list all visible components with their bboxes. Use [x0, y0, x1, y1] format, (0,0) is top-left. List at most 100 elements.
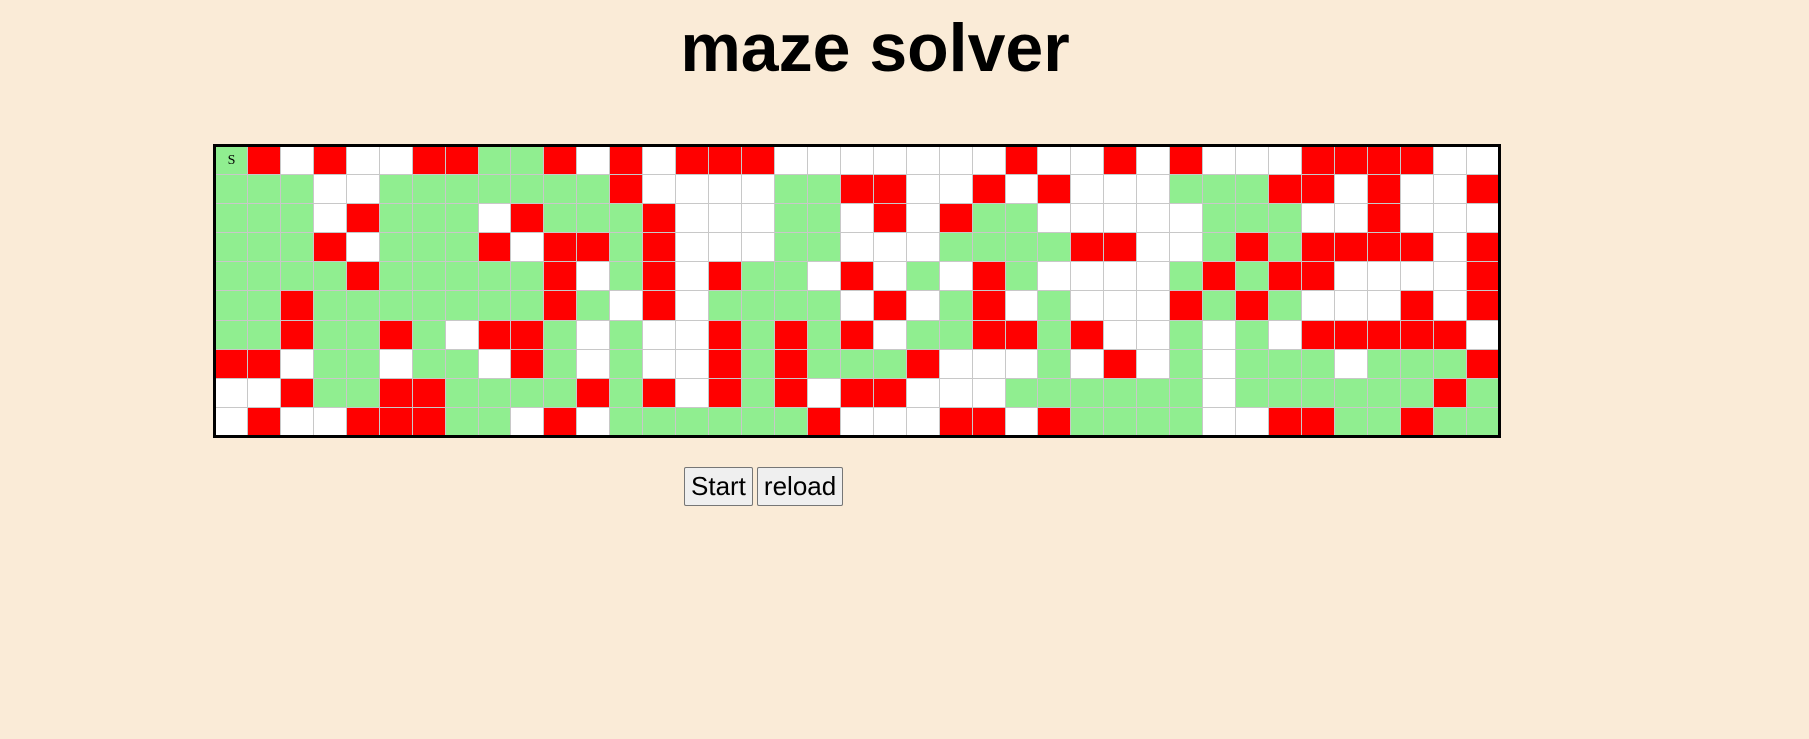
maze-cell-wall [543, 406, 578, 437]
maze-cell-path [477, 144, 512, 176]
maze-cell-wall [543, 144, 578, 176]
maze-cell-open [741, 232, 775, 263]
maze-cell-open [938, 377, 973, 408]
maze-cell-wall [1235, 290, 1269, 321]
maze-cell-path [609, 261, 644, 292]
maze-cell-open [1037, 261, 1072, 292]
maze-cell-wall [905, 348, 940, 379]
maze-cell-path [214, 319, 248, 350]
maze-cell-path [609, 319, 644, 350]
maze-cell-wall [1169, 144, 1204, 176]
maze-cell-path [1070, 406, 1105, 437]
maze-cell-wall [1333, 232, 1368, 263]
maze-cell-path [1202, 232, 1237, 263]
maze-cell-wall [1103, 348, 1138, 379]
maze-cell-wall [971, 174, 1006, 205]
maze-cell-open [675, 174, 710, 205]
maze-cell-open [1300, 290, 1335, 321]
maze-cell-open [576, 406, 611, 437]
maze-cell-path [510, 377, 545, 408]
maze-cell-wall [477, 232, 512, 263]
maze-cell-wall [1070, 232, 1105, 263]
maze-cell-wall [1366, 203, 1401, 234]
maze-cell-wall [214, 348, 248, 379]
maze-cell-open [477, 348, 512, 379]
maze-cell-open [345, 232, 380, 263]
maze-cell-wall [1169, 290, 1204, 321]
maze-row [214, 348, 1500, 379]
maze-cell-path [1268, 348, 1302, 379]
maze-cell-open [1333, 290, 1368, 321]
maze-cell-open [1004, 174, 1039, 205]
maze-cell-open [576, 319, 611, 350]
maze-cell-wall [1070, 319, 1105, 350]
maze-cell-path [510, 290, 545, 321]
maze-cell-path [477, 290, 512, 321]
maze-cell-wall [642, 261, 677, 292]
maze-cell-path [1300, 348, 1335, 379]
reload-button[interactable]: reload [756, 467, 844, 506]
maze-cell-wall [279, 290, 314, 321]
maze-cell-open [1366, 290, 1401, 321]
maze-cell-path [312, 319, 347, 350]
maze-cell-wall [1366, 174, 1401, 205]
maze-cell-path [214, 174, 248, 205]
maze-cell-path [741, 377, 775, 408]
maze-cell-wall [543, 261, 578, 292]
maze-cell-wall [576, 377, 611, 408]
maze-cell-open [1136, 232, 1171, 263]
maze-cell-wall [411, 377, 446, 408]
maze-cell-path [708, 406, 742, 437]
maze-cell-path [214, 290, 248, 321]
maze-cell-wall [1235, 232, 1269, 263]
maze-row [214, 232, 1500, 263]
maze-cell-wall [1399, 290, 1434, 321]
maze-cell-path [214, 232, 248, 263]
maze-row [214, 319, 1500, 350]
maze-cell-open [1202, 377, 1237, 408]
maze-cell-wall [312, 144, 347, 176]
maze-cell-path [1169, 319, 1204, 350]
maze-cell-path [1202, 174, 1237, 205]
maze-cell-path [773, 232, 808, 263]
maze-cell-path [806, 232, 841, 263]
maze-cell-wall [675, 144, 710, 176]
maze-cell-open [1399, 203, 1434, 234]
maze-cell-wall [708, 261, 742, 292]
maze-cell-path [938, 232, 973, 263]
maze-cell-wall [279, 377, 314, 408]
start-button[interactable]: Start [684, 467, 753, 506]
maze-cell-wall [444, 144, 479, 176]
maze-cell-open [1004, 348, 1039, 379]
maze-cell-open [1136, 144, 1171, 176]
maze-cell-wall [1333, 319, 1368, 350]
maze-cell-path [741, 319, 775, 350]
maze-cell-open [279, 144, 314, 176]
maze-cell-path [378, 174, 413, 205]
maze-cell-wall [1300, 174, 1335, 205]
maze-cell-wall [1300, 406, 1335, 437]
maze-cell-open [279, 348, 314, 379]
maze-cell-path [1235, 377, 1269, 408]
maze-cell-wall [246, 406, 281, 437]
maze-cell-open [1202, 348, 1237, 379]
maze-cell-path [773, 290, 808, 321]
maze-cell-path [806, 319, 841, 350]
maze-cell-path [609, 232, 644, 263]
maze-cell-wall [971, 406, 1006, 437]
maze-cell-open [1136, 203, 1171, 234]
maze-cell-path [1366, 377, 1401, 408]
maze-cell-path [609, 203, 644, 234]
maze-cell-wall [971, 261, 1006, 292]
maze-cell-path [214, 203, 248, 234]
maze-cell-path [1366, 348, 1401, 379]
maze-cell-wall [1037, 406, 1072, 437]
maze-cell-wall [609, 144, 644, 176]
maze-cell-path [806, 348, 841, 379]
maze-cell-open [872, 232, 907, 263]
maze-cell-path [773, 261, 808, 292]
controls: Start reload [684, 467, 844, 506]
maze-cell-path [1235, 261, 1269, 292]
maze-cell-path [1465, 406, 1500, 437]
maze-cell-open [905, 290, 940, 321]
